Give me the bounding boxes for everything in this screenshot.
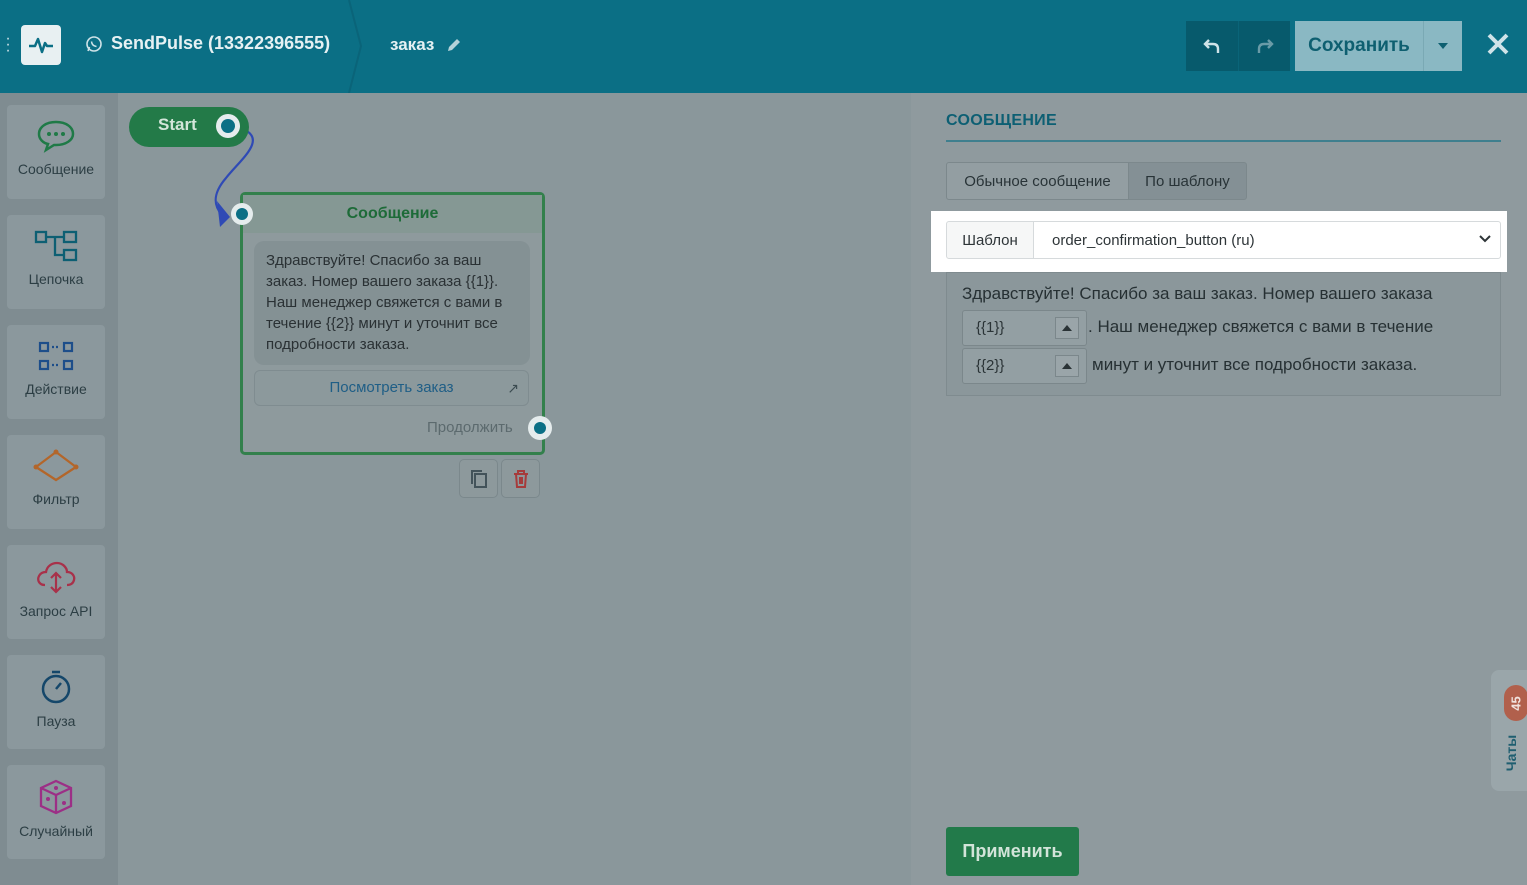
caret-up-icon — [1062, 363, 1072, 369]
sidebar-item-filter[interactable]: Фильтр — [7, 435, 105, 529]
save-button[interactable]: Сохранить — [1295, 21, 1423, 71]
node-input-port[interactable] — [231, 203, 253, 225]
dice-icon — [39, 779, 73, 815]
caret-down-icon — [1438, 43, 1448, 49]
edit-pencil-icon[interactable] — [446, 37, 462, 53]
message-node-text: Здравствуйте! Спасибо за ваш заказ. Номе… — [254, 241, 530, 365]
sidebar-item-label: Действие — [25, 381, 87, 397]
sidebar-item-label: Пауза — [36, 713, 76, 729]
caret-up-icon — [1062, 325, 1072, 331]
more-menu-icon[interactable]: · · · — [5, 31, 11, 59]
sendpulse-logo[interactable] — [21, 25, 61, 65]
close-button[interactable] — [1482, 28, 1514, 60]
redo-button[interactable] — [1238, 21, 1290, 71]
message-node-title: Сообщение — [243, 195, 542, 233]
chat-bubble-icon — [37, 120, 75, 153]
template-label: Шаблон — [946, 221, 1034, 259]
message-node-button[interactable]: Посмотреть заказ ↗ — [254, 370, 529, 406]
preview-text-3: минут и уточнит все подробности заказа. — [1092, 355, 1418, 374]
variable-2-value: {{2}} — [976, 357, 1005, 374]
sidebar-item-random[interactable]: Случайный — [7, 765, 105, 859]
trash-icon — [513, 469, 528, 488]
apply-button[interactable]: Применить — [946, 827, 1079, 876]
sidebar-item-label: Цепочка — [28, 271, 84, 287]
sidebar-item-message[interactable]: Сообщение — [7, 105, 105, 199]
external-link-icon: ↗ — [507, 380, 519, 396]
history-controls — [1186, 21, 1290, 71]
variable-1-value: {{1}} — [976, 319, 1005, 336]
stopwatch-icon — [41, 670, 71, 704]
chats-count-badge: 45 — [1504, 685, 1527, 721]
filter-icon — [33, 449, 79, 482]
variable-1-input[interactable]: {{1}} — [962, 310, 1087, 346]
chats-count: 45 — [1508, 695, 1524, 711]
tab-by-template[interactable]: По шаблону — [1128, 162, 1247, 200]
sidebar-item-pause[interactable]: Пауза — [7, 655, 105, 749]
save-options-button[interactable] — [1423, 21, 1462, 71]
chevron-down-icon — [1479, 235, 1491, 243]
template-preview: Здравствуйте! Спасибо за ваш заказ. Номе… — [946, 272, 1501, 396]
chain-icon — [34, 230, 78, 262]
sidebar-item-label: Случайный — [19, 823, 93, 839]
breadcrumb-separator — [348, 0, 363, 93]
whatsapp-icon — [86, 35, 102, 52]
panel-title: СООБЩЕНИЕ — [946, 112, 1057, 129]
sidebar-item-label: Запрос API — [19, 603, 93, 619]
sidebar-item-action[interactable]: Действие — [7, 325, 105, 419]
continue-label: Продолжить — [427, 419, 513, 436]
variable-2-input[interactable]: {{2}} — [962, 348, 1087, 384]
undo-icon — [1203, 39, 1220, 53]
node-output-port[interactable] — [528, 416, 552, 440]
template-select-value: order_confirmation_button (ru) — [1052, 231, 1255, 249]
cloud-api-icon — [37, 561, 76, 594]
flow-name[interactable]: заказ — [390, 35, 462, 55]
action-icon — [38, 341, 74, 371]
start-output-port[interactable] — [216, 114, 240, 138]
bot-name[interactable]: SendPulse (13322396555) — [85, 33, 330, 54]
undo-button[interactable] — [1186, 21, 1238, 71]
panel-divider — [946, 140, 1501, 142]
start-label: Start — [158, 115, 197, 134]
copy-icon — [470, 469, 487, 488]
duplicate-node-button[interactable] — [459, 459, 498, 498]
bot-name-label: SendPulse (13322396555) — [111, 33, 331, 53]
sidebar-item-label: Сообщение — [17, 161, 95, 177]
sidebar-item-api-request[interactable]: Запрос API — [7, 545, 105, 639]
chats-label-text: Чаты — [1503, 734, 1519, 772]
tab-regular-message[interactable]: Обычное сообщение — [946, 162, 1129, 200]
template-select[interactable]: order_confirmation_button (ru) — [1033, 221, 1501, 259]
chats-label[interactable]: Чаты — [1497, 733, 1525, 773]
flow-name-label: заказ — [390, 35, 435, 54]
variable-2-menu-button[interactable] — [1055, 355, 1079, 377]
delete-node-button[interactable] — [501, 459, 540, 498]
sidebar-item-label: Фильтр — [32, 491, 80, 507]
variable-1-menu-button[interactable] — [1055, 317, 1079, 339]
preview-text-1: Здравствуйте! Спасибо за ваш заказ. Номе… — [962, 284, 1433, 303]
sidebar-item-chain[interactable]: Цепочка — [7, 215, 105, 309]
close-icon — [1487, 33, 1509, 55]
preview-text-2: . Наш менеджер свяжется с вами в течение — [1088, 317, 1434, 336]
redo-icon — [1257, 39, 1274, 53]
message-node-button-label: Посмотреть заказ — [329, 379, 454, 396]
